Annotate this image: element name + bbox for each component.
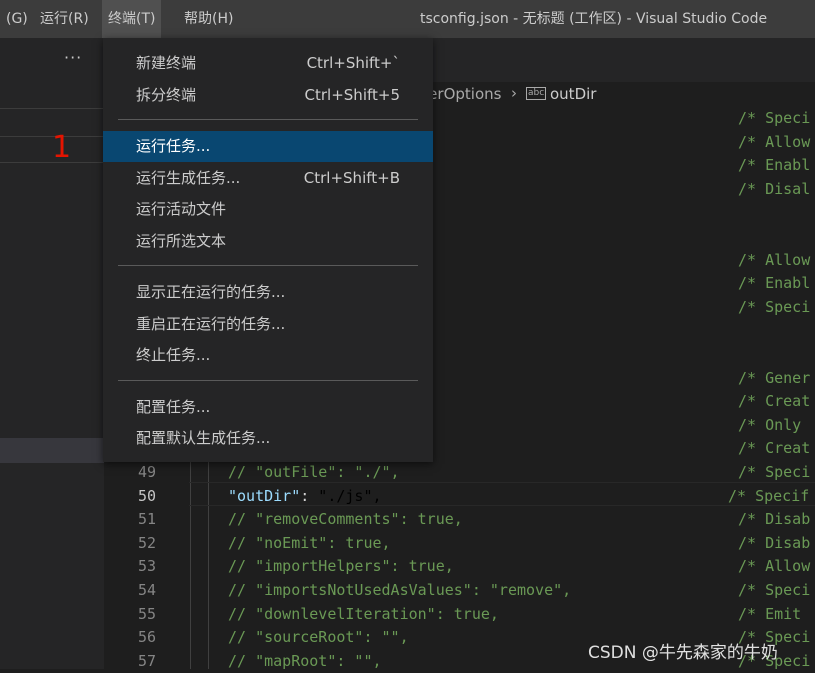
menu-item-shortcut: Ctrl+Shift+B	[303, 168, 400, 187]
code-text: // "importHelpers": true,	[228, 557, 454, 576]
menu-item-label: 配置默认生成任务...	[136, 429, 271, 447]
menu-item-shortcut: Ctrl+Shift+5	[304, 85, 400, 104]
menu-bar: (G) 运行(R) 终端(T) 帮助(H) tsconfig.json - 无标…	[0, 0, 815, 38]
menu-item-label: 显示正在运行的任务...	[136, 283, 286, 301]
code-comment: /* Speci	[738, 109, 811, 127]
code-text: // "importsNotUsedAsValues": "remove",	[228, 581, 572, 599]
menu-item-label: 拆分终端	[136, 85, 197, 104]
code-comment: /* Gener	[738, 368, 811, 387]
code-comment: /* Disab	[738, 510, 811, 529]
line-number: 54	[137, 581, 156, 599]
code-line: 53 // "importHelpers": true, /* Allow	[104, 554, 815, 578]
menu-item-label: 重启正在运行的任务...	[136, 314, 286, 333]
code-text: // "removeComments": true,	[228, 510, 463, 529]
more-actions-icon[interactable]: ···	[64, 48, 82, 67]
menu-item-label: 配置任务...	[136, 397, 211, 416]
code-comment: /* Only	[738, 415, 802, 434]
line-number: 50	[137, 486, 156, 505]
annotation-number: 1	[52, 130, 72, 165]
code-comment: /* Disab	[738, 533, 811, 552]
terminal-menu-item[interactable]: 终止任务...	[103, 340, 433, 371]
code-comment: /* Enabl	[738, 274, 811, 293]
code-comment: /* Allow	[738, 132, 811, 151]
code-text: "outDir": "./js",	[228, 486, 382, 505]
terminal-menu-item[interactable]: 运行所选文本	[103, 226, 433, 257]
code-text: // "outFile": "./",	[228, 463, 400, 481]
line-number: 52	[137, 533, 156, 552]
menu-run[interactable]: 运行(R)	[34, 0, 95, 38]
line-number: 51	[137, 510, 156, 529]
menu-item-label: 运行任务...	[136, 137, 211, 155]
code-text: // "noEmit": true,	[228, 533, 391, 552]
code-line: 52 // "noEmit": true, /* Disab	[104, 531, 815, 555]
terminal-menu-item[interactable]: 拆分终端 Ctrl+Shift+5	[103, 80, 433, 111]
line-number: 53	[137, 557, 156, 576]
code-comment: /* Specif	[728, 486, 810, 505]
menu-separator	[118, 265, 418, 266]
terminal-menu-item[interactable]: 配置默认生成任务...	[103, 423, 433, 454]
code-comment: /* Speci	[738, 581, 811, 599]
code-comment: /* Creat	[738, 439, 811, 458]
code-line: 50 "outDir": "./js", /* Specif	[104, 484, 815, 508]
code-comment: /* Disal	[738, 179, 811, 198]
terminal-menu-item[interactable]: 新建终端 Ctrl+Shift+`	[103, 48, 433, 79]
code-line: 55 // "downlevelIteration": true, /* Emit	[104, 602, 815, 626]
window-title: tsconfig.json - 无标题 (工作区) - Visual Studi…	[420, 11, 768, 27]
menu-item-label: 运行生成任务...	[136, 168, 241, 187]
code-comment: /* Speci	[738, 463, 811, 481]
menu-item-shortcut: Ctrl+Shift+`	[306, 54, 400, 72]
menu-item-label: 终止任务...	[136, 346, 211, 364]
code-comment: /* Allow	[738, 250, 811, 269]
terminal-menu-item[interactable]: 运行任务...	[103, 131, 433, 162]
line-number: 55	[137, 604, 156, 623]
terminal-menu-item[interactable]: 配置任务...	[103, 392, 433, 423]
terminal-menu-item[interactable]: 运行活动文件	[103, 194, 433, 225]
code-comment: /* Creat	[738, 392, 811, 411]
menu-item-label: 运行活动文件	[136, 200, 227, 218]
code-comment: /* Allow	[738, 557, 811, 576]
terminal-menu-item[interactable]: 重启正在运行的任务...	[103, 309, 433, 340]
menu-go[interactable]: (G)	[0, 0, 34, 38]
code-line: 54 // "importsNotUsedAsValues": "remove",…	[104, 578, 815, 602]
breadcrumb-current[interactable]: outDir	[550, 85, 596, 103]
sidebar-divider	[0, 108, 104, 109]
code-text: // "downlevelIteration": true,	[228, 604, 499, 623]
terminal-menu-item[interactable]: 显示正在运行的任务...	[103, 277, 433, 308]
code-line: 51 // "removeComments": true, /* Disab	[104, 507, 815, 531]
menu-separator	[118, 119, 418, 120]
menu-item-label: 运行所选文本	[136, 231, 227, 250]
menu-separator	[118, 379, 418, 381]
menu-help[interactable]: 帮助(H)	[178, 0, 239, 38]
chevron-right-icon: ›	[511, 84, 517, 102]
line-number: 57	[137, 651, 156, 670]
line-number: 56	[137, 628, 156, 647]
code-line: 49 // "outFile": "./", /* Speci	[104, 460, 815, 484]
code-text: // "mapRoot": "",	[228, 651, 382, 670]
string-symbol-icon: abc	[526, 87, 547, 100]
breadcrumb-parent[interactable]: lerOptions	[424, 85, 501, 103]
code-comment: /* Enabl	[738, 156, 811, 175]
code-comment: /* Speci	[738, 297, 811, 316]
terminal-menu-dropdown: 新建终端 Ctrl+Shift+` 拆分终端 Ctrl+Shift+5 运行任务... 运…	[103, 38, 433, 462]
menu-terminal[interactable]: 终端(T)	[102, 0, 162, 38]
sidebar-selected-row[interactable]	[0, 438, 104, 463]
code-comment: /* Emit	[738, 604, 802, 623]
code-text: // "sourceRoot": "",	[228, 628, 409, 647]
terminal-menu-item[interactable]: 运行生成任务... Ctrl+Shift+B	[103, 163, 433, 194]
watermark: CSDN @牛先森家的牛奶	[588, 643, 778, 663]
menu-item-label: 新建终端	[136, 54, 197, 72]
line-number: 49	[137, 463, 156, 481]
